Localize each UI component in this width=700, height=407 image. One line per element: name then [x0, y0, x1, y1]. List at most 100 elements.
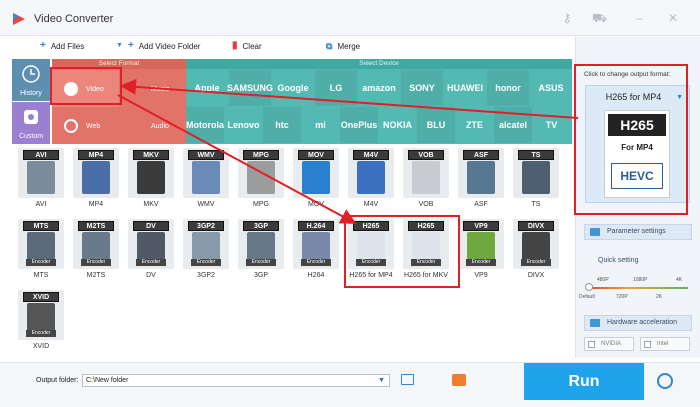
format-tile[interactable]: MP4 MP4 — [73, 148, 119, 208]
quick-setting-label: Quick setting — [598, 257, 639, 264]
music-category[interactable]: Music — [119, 70, 186, 107]
format-tile[interactable]: M4V M4V — [348, 148, 394, 208]
encoder-tag: Encoder — [26, 330, 56, 337]
device-brand[interactable]: Apple — [186, 70, 228, 106]
format-tile[interactable]: 3GP2 Encoder 3GP2 — [183, 219, 229, 279]
open-folder-icon[interactable] — [401, 374, 414, 385]
format-thumbnail: M4V — [348, 148, 394, 198]
format-tile[interactable]: MPG MPG — [238, 148, 284, 208]
format-tile[interactable]: M2TS Encoder M2TS — [73, 219, 119, 279]
add-video-folder-label: Add Video Folder — [138, 41, 201, 51]
parameter-settings-button[interactable]: Parameter settings — [584, 224, 692, 240]
format-tile[interactable]: MKV MKV — [128, 148, 174, 208]
web-category[interactable]: Web — [52, 107, 119, 144]
select-device-header: Select Device — [186, 59, 572, 69]
title-bar: Video Converter ⚷ ⛟ – ✕ — [0, 0, 700, 36]
intel-checkbox[interactable] — [644, 341, 651, 348]
format-art — [137, 161, 165, 194]
custom-icon — [24, 110, 38, 124]
hardware-acceleration-label: Hardware acceleration — [607, 319, 678, 326]
format-tile[interactable]: XVID Encoder XVID — [18, 290, 64, 350]
format-thumbnail: MPG — [238, 148, 284, 198]
quality-slider[interactable] — [588, 287, 688, 289]
format-name: 3GP2 — [197, 272, 215, 279]
intel-label: Intel — [657, 341, 669, 347]
device-brand[interactable]: TV — [533, 107, 571, 143]
merge-button[interactable]: ⧉ Merge — [326, 41, 360, 51]
format-badge: AVI — [23, 150, 59, 160]
format-tile[interactable]: AVI AVI — [18, 148, 64, 208]
format-tile[interactable]: ASF ASF — [458, 148, 504, 208]
device-brand[interactable]: alcatel — [494, 107, 532, 143]
format-tile[interactable]: WMV WMV — [183, 148, 229, 208]
format-tile[interactable]: H.264 Encoder H264 — [293, 219, 339, 279]
output-folder-input[interactable]: C:\New folder — [82, 374, 390, 387]
format-tile[interactable]: TS TS — [513, 148, 559, 208]
format-badge: XVID — [23, 292, 59, 302]
clear-label: Clear — [242, 41, 262, 51]
device-brand[interactable]: amazon — [358, 70, 400, 106]
format-badge: M4V — [353, 150, 389, 160]
quality-slider-knob[interactable] — [585, 283, 593, 291]
format-tile[interactable]: VOB VOB — [403, 148, 449, 208]
device-brand[interactable]: mi — [302, 107, 340, 143]
format-name: M4V — [363, 201, 379, 208]
format-badge: WMV — [188, 150, 224, 160]
output-folder-dropdown-icon[interactable]: ▼ — [378, 377, 385, 384]
audio-category[interactable]: Audio — [119, 107, 186, 144]
device-brand[interactable]: Lenovo — [225, 107, 263, 143]
format-thumbnail: 3GP2 Encoder — [183, 219, 229, 269]
device-brand[interactable]: SONY — [401, 70, 443, 106]
device-brand[interactable]: SAMSUNG — [227, 70, 273, 106]
minimize-icon[interactable]: – — [632, 11, 646, 25]
bottom-bar: Output folder: C:\New folder ▼ Run — [0, 362, 700, 407]
run-button[interactable]: Run — [524, 363, 644, 400]
key-icon[interactable]: ⚷ — [560, 11, 574, 25]
alarm-clock-icon[interactable] — [657, 373, 673, 389]
history-button[interactable]: History — [12, 59, 50, 101]
add-video-folder-button[interactable]: ▼ + Add Video Folder — [116, 41, 200, 51]
device-brand[interactable]: NOKIA — [379, 107, 417, 143]
format-name: ASF — [474, 201, 488, 208]
format-name: M2TS — [86, 272, 106, 279]
format-thumbnail: MP4 — [73, 148, 119, 198]
format-name: WMV — [197, 201, 215, 208]
device-brand[interactable]: ZTE — [456, 107, 494, 143]
format-badge: MTS — [23, 221, 59, 231]
format-tile[interactable]: MOV MOV — [293, 148, 339, 208]
device-brand[interactable]: ASUS — [530, 70, 572, 106]
device-brand[interactable]: honor — [487, 70, 529, 106]
custom-label: Custom — [18, 133, 44, 140]
nvidia-option[interactable]: NVIDIA — [584, 337, 634, 351]
merge-icon: ⧉ — [326, 41, 333, 51]
import-icon[interactable] — [452, 374, 466, 386]
custom-button[interactable]: Custom — [12, 102, 50, 144]
music-label: Music — [151, 86, 170, 93]
format-thumbnail: MKV — [128, 148, 174, 198]
format-tile[interactable]: DIVX Encoder DIVX — [513, 219, 559, 279]
nvidia-checkbox[interactable] — [588, 341, 595, 348]
highlight-h265-formats — [344, 215, 460, 288]
format-thumbnail: 3GP Encoder — [238, 219, 284, 269]
format-tile[interactable]: 3GP Encoder 3GP — [238, 219, 284, 279]
intel-option[interactable]: Intel — [640, 337, 690, 351]
format-tile[interactable]: MTS Encoder MTS — [18, 219, 64, 279]
app-title: Video Converter — [34, 13, 114, 25]
format-grid: AVI AVI MP4 MP4 MKV MKV WMV WMV MPG MPG MOV MOV M4V M… — [12, 148, 572, 358]
clear-button[interactable]: ▮ Clear — [232, 41, 262, 51]
device-brand[interactable]: OnePlus — [340, 107, 378, 143]
device-brand[interactable]: Google — [272, 70, 314, 106]
device-brand[interactable]: htc — [263, 107, 301, 143]
add-files-button[interactable]: + Add Files — [40, 41, 84, 51]
close-icon[interactable]: ✕ — [666, 11, 680, 25]
device-brand[interactable]: HUAWEI — [444, 70, 486, 106]
device-brand[interactable]: LG — [315, 70, 357, 106]
device-brand[interactable]: BLU — [417, 107, 455, 143]
device-brand[interactable]: Motorola — [186, 107, 224, 143]
format-tile[interactable]: DV Encoder DV — [128, 219, 174, 279]
hardware-options: NVIDIA Intel — [584, 337, 692, 351]
encoder-tag: Encoder — [246, 259, 276, 266]
hardware-acceleration-button[interactable]: Hardware acceleration — [584, 315, 692, 331]
format-tile[interactable]: VP9 Encoder VP9 — [458, 219, 504, 279]
cart-icon[interactable]: ⛟ — [592, 11, 607, 25]
